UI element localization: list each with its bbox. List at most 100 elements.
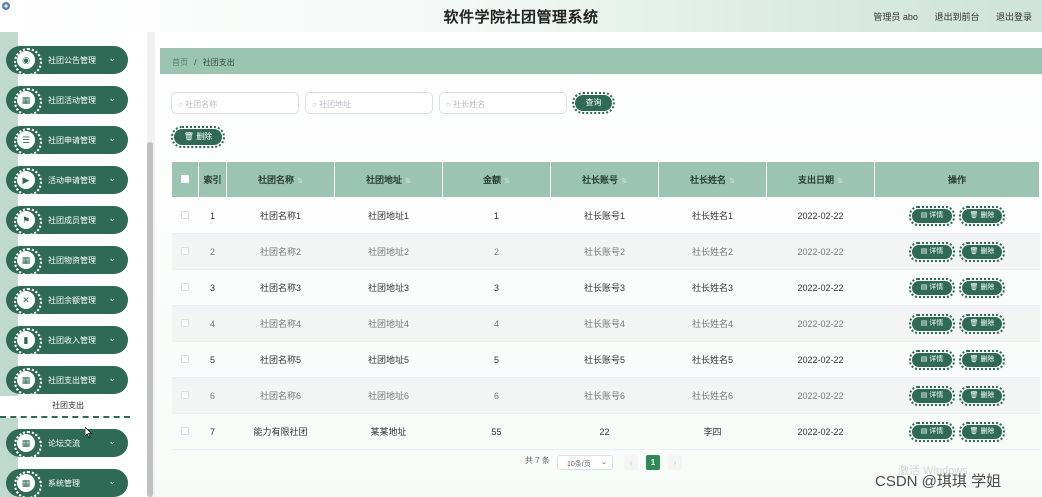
table-header-row: 索引 社团名称 ⇅ 社团地址 ⇅ 金额 ⇅ 社长账号 ⇅ 社长姓名 ⇅ 支出日期 ⇅ 操作 (171, 161, 1040, 198)
delete-button[interactable]: 🗑 删除 (959, 421, 1005, 442)
sidebar-item-4[interactable]: ▶ 活动申请管理 ⌄ (6, 166, 128, 196)
chevron-down-icon: ⌄ (108, 133, 116, 143)
trash-icon: 🗑 (969, 283, 981, 291)
select-all-checkbox[interactable] (181, 174, 189, 183)
shuffle-icon: ✕ (14, 288, 42, 316)
delete-button[interactable]: 🗑 删除 (959, 313, 1005, 334)
row-select-cell[interactable] (171, 341, 199, 378)
col-actions: 操作 (874, 161, 1040, 198)
cell-amount: 55 (442, 413, 551, 450)
pagination-total: 共 7 条 (525, 456, 550, 465)
cell-leader-account: 社长账号6 (550, 377, 659, 414)
delete-button[interactable]: 🗑 删除 (959, 277, 1005, 298)
row-select-cell[interactable] (171, 305, 199, 342)
row-checkbox[interactable] (181, 246, 189, 255)
detail-button[interactable]: ▤ 详情 (909, 349, 955, 370)
detail-button[interactable]: ▤ 详情 (909, 241, 955, 262)
sort-icon[interactable]: ⇅ (504, 178, 510, 185)
table-row[interactable]: 5 社团名称5 社团地址5 5 社长账号5 社长姓名5 2022-02-22 ▤ 详情 🗑 删除 (171, 341, 1040, 378)
row-checkbox[interactable] (181, 426, 189, 435)
detail-button[interactable]: ▤ 详情 (909, 385, 955, 406)
row-select-cell[interactable] (171, 413, 199, 450)
row-select-cell[interactable] (171, 197, 199, 234)
delete-button[interactable]: 🗑 删除 (959, 205, 1005, 226)
row-checkbox[interactable] (181, 282, 189, 291)
search-button[interactable]: 查询 (572, 92, 615, 114)
table-row[interactable]: 4 社团名称4 社团地址4 4 社长账号4 社长姓名4 2022-02-22 ▤ 详情 🗑 删除 (171, 305, 1040, 342)
sidebar-item-3[interactable]: ☰ 社团申请管理 ⌄ (6, 126, 128, 156)
trash-icon: 🗑 (969, 319, 981, 327)
sort-icon[interactable]: ⇅ (621, 178, 627, 185)
table-row[interactable]: 3 社团名称3 社团地址3 3 社长账号3 社长姓名3 2022-02-22 ▤ 详情 🗑 删除 (171, 269, 1040, 306)
cell-club-address: 社团地址5 (334, 341, 443, 378)
sort-icon[interactable]: ⇅ (729, 178, 735, 185)
search-button-label: 查询 (585, 98, 602, 107)
back-to-front-link[interactable]: 退出到前台 (934, 12, 979, 22)
club-address-search-input[interactable]: ○ 社团地址 (305, 92, 433, 114)
col-leader-account-label: 社长账号 (582, 175, 619, 185)
col-expense-date[interactable]: 支出日期 ⇅ (766, 161, 875, 198)
col-index: 索引 (198, 161, 227, 198)
sidebar-item-5[interactable]: ⚑ 社团成员管理 ⌄ (6, 206, 128, 236)
row-select-cell[interactable] (171, 233, 199, 270)
row-select-cell[interactable] (171, 269, 199, 306)
logout-link[interactable]: 退出登录 (996, 12, 1032, 22)
sort-icon[interactable]: ⇅ (297, 178, 303, 185)
grid-icon: ▦ (14, 88, 42, 116)
col-leader-account[interactable]: 社长账号 ⇅ (550, 161, 659, 198)
detail-button[interactable]: ▤ 详情 (909, 313, 955, 334)
delete-label: 删除 (980, 211, 995, 219)
detail-button[interactable]: ▤ 详情 (909, 205, 955, 226)
sidebar-item-10[interactable]: ▦ 论坛交流 ⌄ (6, 429, 128, 459)
delete-button[interactable]: 🗑 删除 (959, 349, 1005, 370)
row-checkbox[interactable] (181, 210, 189, 219)
row-checkbox[interactable] (181, 354, 189, 363)
table-row[interactable]: 1 社团名称1 社团地址1 1 社长账号1 社长姓名1 2022-02-22 ▤ 详情 🗑 删除 (171, 197, 1040, 234)
grid-icon: ▦ (14, 431, 42, 459)
next-page-button[interactable]: › (668, 455, 682, 470)
detail-label: 详情 (929, 427, 944, 435)
cell-actions: ▤ 详情 🗑 删除 (874, 377, 1040, 414)
sidebar-subitem-expense[interactable]: 社团支出 (0, 396, 130, 418)
row-select-cell[interactable] (171, 377, 199, 414)
delete-button[interactable]: 🗑 删除 (959, 241, 1005, 262)
breadcrumb-home[interactable]: 首页 (172, 58, 188, 67)
leader-name-search-input[interactable]: ○ 社长姓名 (439, 92, 567, 114)
col-amount[interactable]: 金额 ⇅ (442, 161, 551, 198)
row-checkbox[interactable] (181, 390, 189, 399)
detail-button[interactable]: ▤ 详情 (909, 277, 955, 298)
delete-label: 删除 (980, 283, 995, 291)
sidebar-item-2[interactable]: ▦ 社团活动管理 ⌄ (6, 86, 128, 116)
select-all-cell[interactable] (171, 161, 199, 198)
col-leader-name[interactable]: 社长姓名 ⇅ (658, 161, 767, 198)
chevron-down-icon: ⌄ (108, 253, 116, 263)
sidebar-item-8[interactable]: ▮ 社团收入管理 ⌄ (6, 326, 128, 356)
cell-actions: ▤ 详情 🗑 删除 (874, 305, 1040, 342)
prev-page-button[interactable]: ‹ (624, 455, 638, 470)
detail-button[interactable]: ▤ 详情 (909, 421, 955, 442)
trash-icon: 🗑 (183, 132, 194, 141)
table-row[interactable]: 7 能力有限社团 某某地址 55 22 李四 2022-02-22 ▤ 详情 🗑 删除 (171, 413, 1040, 450)
detail-label: 详情 (929, 319, 944, 327)
col-club-address[interactable]: 社团地址 ⇅ (334, 161, 443, 198)
sidebar-item-1[interactable]: ◉ 社团公告管理 ⌄ (6, 46, 128, 76)
sidebar-item-11[interactable]: ▦ 系统管理 ⌄ (6, 469, 128, 497)
cell-amount: 5 (442, 341, 551, 378)
col-club-name[interactable]: 社团名称 ⇅ (226, 161, 335, 198)
sort-icon[interactable]: ⇅ (837, 178, 843, 185)
row-checkbox[interactable] (181, 318, 189, 327)
sidebar-scrollbar-thumb[interactable] (147, 142, 153, 497)
sidebar-item-9[interactable]: ▦ 社团支出管理 ⌄ (6, 366, 128, 396)
sidebar-item-label: 社团活动管理 (48, 96, 96, 105)
sidebar-item-7[interactable]: ✕ 社团余额管理 ⌄ (6, 286, 128, 316)
sort-icon[interactable]: ⇅ (405, 178, 411, 185)
table-row[interactable]: 6 社团名称6 社团地址6 6 社长账号6 社长姓名6 2022-02-22 ▤ 详情 🗑 删除 (171, 377, 1040, 414)
batch-delete-button[interactable]: 🗑 删除 (171, 126, 225, 148)
page-size-select[interactable]: 10条/页 ⌄ (557, 455, 613, 470)
table-row[interactable]: 2 社团名称2 社团地址2 2 社长账号2 社长姓名2 2022-02-22 ▤ 详情 🗑 删除 (171, 233, 1040, 270)
sidebar-item-6[interactable]: ▦ 社团物资管理 ⌄ (6, 246, 128, 276)
page-1-button[interactable]: 1 (646, 455, 660, 470)
cell-index: 5 (198, 341, 227, 378)
delete-button[interactable]: 🗑 删除 (959, 385, 1005, 406)
club-name-search-input[interactable]: ○ 社团名称 (171, 92, 299, 114)
